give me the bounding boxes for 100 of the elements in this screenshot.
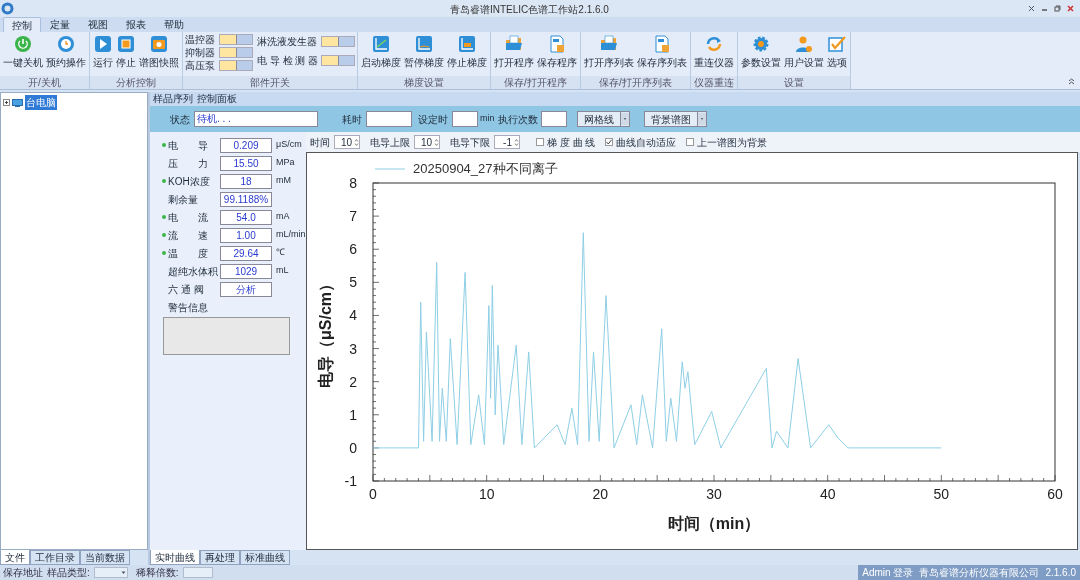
ribbon-tab[interactable]: 视图 bbox=[79, 17, 117, 32]
power-icon bbox=[14, 35, 32, 53]
ribbon-button[interactable]: 重连仪器 bbox=[693, 35, 735, 70]
y-tick-label: 3 bbox=[349, 340, 357, 357]
switch-label: 电 导 检 测 器 bbox=[257, 53, 319, 68]
field-label: 六 通 阀 bbox=[168, 282, 205, 297]
y-axis-title: 电导（μS/cm） bbox=[317, 276, 334, 388]
ribbon-tab[interactable]: 控制 bbox=[3, 17, 41, 32]
value-field: 29.64 bbox=[220, 245, 272, 261]
dropdown-button[interactable]: 网格线 bbox=[576, 111, 630, 127]
field-label: 电导下限 bbox=[450, 135, 490, 150]
tab[interactable]: 实时曲线 bbox=[150, 550, 200, 565]
restore-icon[interactable] bbox=[1054, 5, 1061, 12]
field-label: 电 流 bbox=[168, 210, 209, 225]
spin-arrows-icon bbox=[434, 137, 439, 147]
ribbon-button[interactable]: 停止 bbox=[115, 35, 137, 70]
settings-icon bbox=[752, 35, 770, 53]
spinner-field[interactable]: -1 bbox=[494, 135, 520, 149]
ribbon-button[interactable]: 打开程序 bbox=[493, 35, 535, 70]
ribbon-button[interactable]: 暂停梯度 bbox=[403, 35, 445, 70]
ribbon-tab[interactable]: 帮助 bbox=[155, 17, 193, 32]
play-icon bbox=[94, 35, 112, 53]
checkbox-label: 上一谱图为背景 bbox=[697, 135, 768, 150]
tab[interactable]: 当前数据 bbox=[80, 550, 130, 565]
caret-icon bbox=[696, 112, 706, 126]
legend-line bbox=[374, 168, 406, 170]
close-small-icon[interactable] bbox=[1028, 5, 1035, 12]
tab[interactable]: 再处理 bbox=[200, 550, 240, 565]
spinner-field[interactable]: 10 bbox=[414, 135, 440, 149]
dropdown-button[interactable]: 背景谱图 bbox=[643, 111, 707, 127]
ribbon-button[interactable]: 参数设置 bbox=[740, 35, 782, 70]
y-tick-label: 8 bbox=[349, 175, 357, 191]
collapse-ribbon-icon[interactable] bbox=[1068, 78, 1075, 85]
checkbox[interactable] bbox=[605, 138, 614, 146]
x-tick-label: 40 bbox=[819, 486, 836, 502]
unit-label: mL/min bbox=[276, 228, 306, 242]
chart-icon bbox=[415, 35, 433, 53]
toggle-switch[interactable] bbox=[219, 33, 253, 45]
field-label: 温 度 bbox=[168, 246, 209, 261]
status-text: 青岛睿谱分析仪器有限公司 bbox=[919, 566, 1040, 580]
y-tick-label: -1 bbox=[344, 473, 357, 489]
ribbon-button[interactable]: 停止梯度 bbox=[446, 35, 488, 70]
status-text: Admin 登录 bbox=[862, 566, 914, 580]
panel-tab[interactable]: 样品序列 bbox=[153, 93, 193, 105]
ribbon-button[interactable]: 启动梯度 bbox=[360, 35, 402, 70]
checkbox-label: 曲线自动适应 bbox=[616, 135, 677, 150]
ribbon-button[interactable]: 谱图快照 bbox=[138, 35, 180, 70]
stop-icon bbox=[117, 35, 135, 53]
toggle-switch[interactable] bbox=[219, 46, 253, 58]
spinner-field[interactable]: 10 bbox=[334, 135, 360, 149]
close-icon[interactable] bbox=[1067, 5, 1074, 12]
elapsed-field[interactable] bbox=[366, 111, 412, 127]
window-title: 青岛睿谱INTELIC色谱工作站2.1.6.0 bbox=[450, 3, 609, 17]
ribbon-tab[interactable]: 定量 bbox=[41, 17, 79, 32]
checkbox[interactable] bbox=[536, 138, 544, 146]
runs-field[interactable] bbox=[540, 111, 567, 127]
field-label: 压 力 bbox=[168, 156, 209, 171]
group-label: 分析控制 bbox=[90, 76, 182, 89]
switch-label: 抑制器 bbox=[185, 45, 216, 60]
tree-item[interactable]: 台电脑 bbox=[25, 95, 57, 110]
group-label: 开/关机 bbox=[0, 76, 89, 89]
ribbon-button[interactable]: 打开序列表 bbox=[583, 35, 635, 70]
tab[interactable]: 文件 bbox=[0, 550, 30, 565]
ribbon-tab[interactable]: 报表 bbox=[117, 17, 155, 32]
refresh-icon bbox=[705, 35, 723, 53]
field-label: 时间 bbox=[310, 135, 330, 150]
dilution-field[interactable] bbox=[182, 567, 213, 578]
field-label: 电 导 bbox=[168, 138, 209, 153]
y-tick-label: 2 bbox=[349, 373, 357, 390]
status-label: 稀释倍数: bbox=[135, 566, 179, 580]
ribbon-button[interactable]: 预约操作 bbox=[45, 35, 87, 70]
ribbon-button[interactable]: 一键关机 bbox=[2, 35, 44, 70]
tab[interactable]: 工作目录 bbox=[30, 550, 80, 565]
expand-icon bbox=[3, 99, 10, 106]
toggle-switch[interactable] bbox=[321, 54, 355, 66]
ribbon-button[interactable]: 选项 bbox=[826, 35, 848, 70]
field-label: 超纯水体积 bbox=[168, 264, 219, 279]
field-label: 电导上限 bbox=[370, 135, 410, 150]
ribbon-button[interactable]: 运行 bbox=[92, 35, 114, 70]
status-field: 待机. . . bbox=[194, 111, 318, 127]
set-time-field[interactable] bbox=[452, 111, 478, 127]
unit-label: min bbox=[480, 112, 495, 126]
ribbon-button[interactable]: 保存程序 bbox=[536, 35, 578, 70]
panel-tab[interactable]: 控制面板 bbox=[197, 93, 237, 105]
chart-icon bbox=[458, 35, 476, 53]
group-label: 保存/打开程序 bbox=[491, 76, 580, 89]
toggle-switch[interactable] bbox=[321, 35, 355, 47]
value-field: 分析 bbox=[220, 281, 272, 297]
status-text: 2.1.6.0 bbox=[1045, 566, 1076, 580]
chart-icon bbox=[372, 35, 390, 53]
toggle-switch[interactable] bbox=[219, 59, 253, 71]
group-label: 仪器重连 bbox=[691, 76, 737, 89]
tab[interactable]: 标准曲线 bbox=[240, 550, 290, 565]
checkbox[interactable] bbox=[686, 138, 695, 146]
ribbon-button[interactable]: 保存序列表 bbox=[636, 35, 688, 70]
document-icon bbox=[653, 35, 671, 53]
ribbon-button[interactable]: 用户设置 bbox=[783, 35, 825, 70]
group-label: 保存/打开序列表 bbox=[581, 76, 690, 89]
unit-label: mL bbox=[276, 264, 289, 278]
status-label: 保存地址 bbox=[3, 566, 43, 580]
